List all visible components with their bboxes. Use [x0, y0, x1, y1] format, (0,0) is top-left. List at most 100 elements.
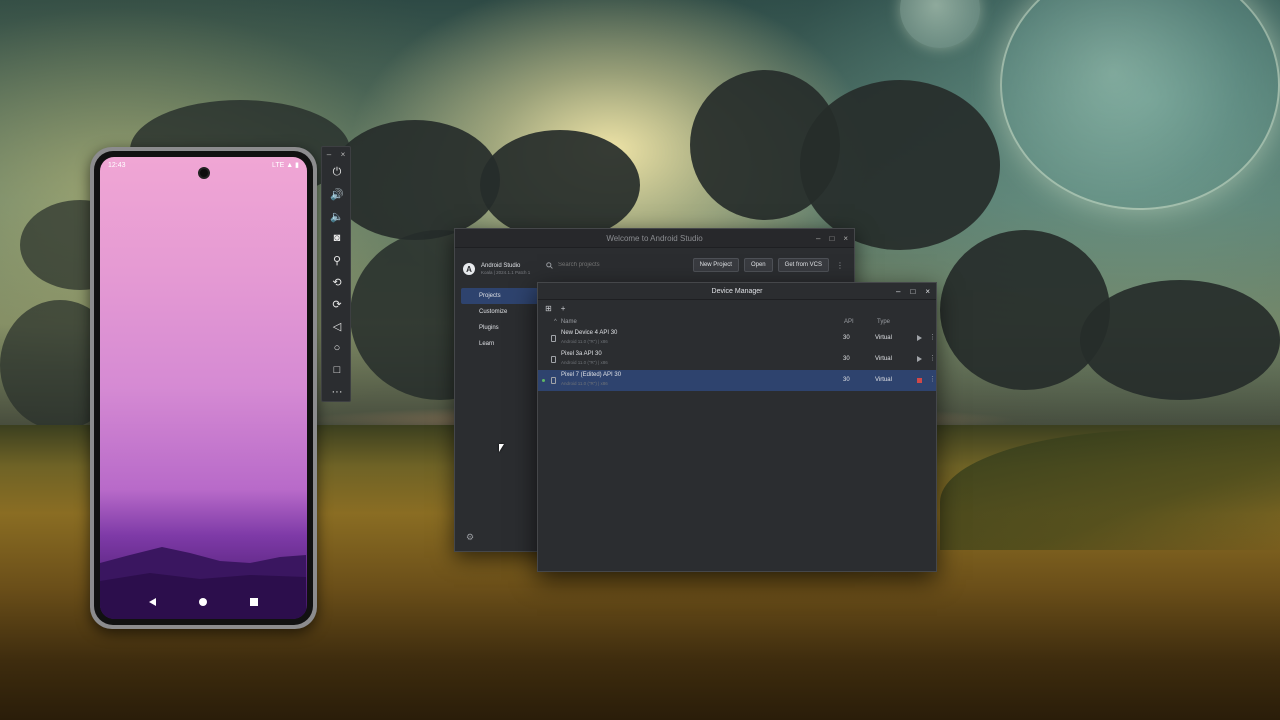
phone-screen[interactable]: 12:43 LTE ▲ ▮: [100, 157, 307, 619]
rotate-right-button[interactable]: ⟳: [322, 293, 352, 315]
rotate-right-icon: ⟳: [332, 298, 342, 311]
volume-up-button[interactable]: 🔊: [322, 183, 352, 205]
sort-indicator-icon: ^: [554, 319, 557, 325]
minimize-button[interactable]: –: [816, 234, 820, 243]
phone-device-icon: [551, 335, 556, 342]
sidebar-item-projects[interactable]: Projects: [461, 288, 538, 304]
column-api[interactable]: API: [844, 319, 854, 325]
device-manager-title: Device Manager: [711, 287, 763, 295]
device-row[interactable]: Pixel 3a API 30 Android 11.0 ("R") | x86…: [538, 349, 936, 370]
phone-device-icon: [551, 377, 556, 384]
emulator-close-button[interactable]: ×: [341, 150, 346, 159]
window-title: Welcome to Android Studio: [606, 233, 703, 243]
window-controls: – □ ×: [816, 229, 848, 248]
storm-cloud: [330, 120, 500, 240]
home-button[interactable]: ○: [322, 337, 352, 359]
emulator-minimize-button[interactable]: –: [327, 150, 331, 159]
run-play-icon[interactable]: [917, 356, 922, 362]
zoom-icon: ⚲: [332, 254, 342, 267]
column-name-label: Name: [560, 319, 577, 325]
sidebar-item-plugins[interactable]: Plugins: [461, 320, 538, 336]
phone-nav-bar: [100, 593, 307, 611]
add-device-icon[interactable]: +: [561, 304, 566, 313]
device-details: Android 11.0 ("R") | x86: [561, 381, 608, 386]
emulator-phone: 12:43 LTE ▲ ▮: [90, 147, 317, 629]
screenshot-button[interactable]: ◙: [322, 227, 352, 249]
run-play-icon[interactable]: [917, 335, 922, 341]
device-table-header: ^ Name API Type: [538, 316, 936, 328]
back-button[interactable]: ◁: [322, 315, 352, 337]
storm-cloud: [940, 230, 1110, 390]
sidebar-item-learn[interactable]: Learn: [461, 336, 538, 352]
search-icon: [546, 261, 553, 269]
row-more-icon[interactable]: ⋮: [929, 333, 936, 341]
row-more-icon[interactable]: ⋮: [929, 354, 936, 362]
row-more-icon[interactable]: ⋮: [929, 375, 936, 383]
stop-icon[interactable]: [917, 378, 922, 383]
phone-device-icon: [551, 356, 556, 363]
welcome-titlebar[interactable]: Welcome to Android Studio – □ ×: [455, 229, 854, 248]
device-type: Virtual: [875, 356, 892, 362]
get-from-vcs-button[interactable]: Get from VCS: [777, 258, 829, 272]
column-type[interactable]: Type: [877, 319, 890, 325]
device-row[interactable]: New Device 4 API 30 Android 11.0 ("R") |…: [538, 328, 936, 349]
maximize-button[interactable]: □: [910, 287, 915, 296]
sidebar-menu: Projects Customize Plugins Learn: [455, 288, 538, 352]
device-api: 30: [843, 335, 850, 341]
device-manager-toolbar: ⊞ +: [538, 300, 936, 316]
maximize-button[interactable]: □: [829, 234, 834, 243]
volume-up-icon: 🔊: [330, 188, 344, 201]
nav-home-icon[interactable]: [198, 598, 207, 606]
device-name: Pixel 3a API 30: [561, 351, 602, 357]
open-button[interactable]: Open: [743, 258, 773, 272]
brand: A Android Studio Koala | 2024.1.1 Patch …: [455, 248, 538, 276]
emulator-toolbar-header: – ×: [322, 147, 350, 161]
front-camera: [197, 167, 210, 179]
close-button[interactable]: ×: [925, 287, 930, 296]
camera-icon: ◙: [333, 232, 341, 244]
more-icon: ···: [331, 386, 343, 398]
device-row-selected[interactable]: Pixel 7 (Edited) API 30 Android 11.0 ("R…: [538, 370, 936, 391]
welcome-sidebar: A Android Studio Koala | 2024.1.1 Patch …: [455, 248, 538, 551]
close-button[interactable]: ×: [843, 234, 848, 243]
search-box[interactable]: [546, 261, 688, 269]
device-manager-window: Device Manager – □ × ⊞ + ^ Name API Type…: [537, 282, 937, 572]
power-button[interactable]: ⏻: [322, 161, 352, 183]
device-manager-titlebar[interactable]: Device Manager – □ ×: [538, 283, 936, 300]
more-button[interactable]: ···: [322, 381, 352, 403]
emulator-toolbar: – × ⏻ 🔊 🔈 ◙ ⚲ ⟲ ⟳ ◁ ○ □ ···: [321, 146, 351, 402]
home-icon: ○: [333, 342, 341, 354]
brand-version: Koala | 2024.1.1 Patch 1: [481, 270, 531, 275]
storm-cloud: [1080, 280, 1280, 400]
device-type: Virtual: [875, 335, 892, 341]
phone-bezel: 12:43 LTE ▲ ▮: [94, 151, 313, 625]
running-indicator-icon: [542, 379, 545, 382]
volume-down-button[interactable]: 🔈: [322, 205, 352, 227]
android-studio-logo-icon: A: [463, 263, 475, 275]
overview-button[interactable]: □: [322, 359, 352, 381]
settings-gear-icon[interactable]: ⚙: [466, 532, 474, 543]
device-layout-icon[interactable]: ⊞: [545, 304, 552, 313]
column-name[interactable]: ^ Name: [554, 319, 577, 325]
nav-back-icon[interactable]: [149, 598, 157, 606]
device-name: New Device 4 API 30: [561, 330, 618, 336]
overview-icon: □: [333, 364, 341, 376]
nav-recents-icon[interactable]: [249, 598, 258, 606]
status-indicators: LTE ▲ ▮: [272, 162, 299, 169]
minimize-button[interactable]: –: [896, 287, 900, 296]
search-input[interactable]: [558, 262, 628, 268]
rotate-left-button[interactable]: ⟲: [322, 271, 352, 293]
device-type: Virtual: [875, 377, 892, 383]
projects-toolbar: New Project Open Get from VCS ⋮: [538, 248, 854, 282]
back-icon: ◁: [332, 320, 342, 333]
volume-down-icon: 🔈: [330, 210, 344, 223]
storm-cloud: [800, 80, 1000, 250]
power-icon: ⏻: [332, 165, 342, 178]
new-project-button[interactable]: New Project: [692, 258, 739, 272]
more-options-icon[interactable]: ⋮: [834, 261, 846, 270]
status-time: 12:43: [108, 161, 126, 169]
sidebar-item-customize[interactable]: Customize: [461, 304, 538, 320]
brand-name: Android Studio: [481, 263, 521, 269]
device-manager-window-controls: – □ ×: [896, 283, 930, 300]
zoom-button[interactable]: ⚲: [322, 249, 352, 271]
